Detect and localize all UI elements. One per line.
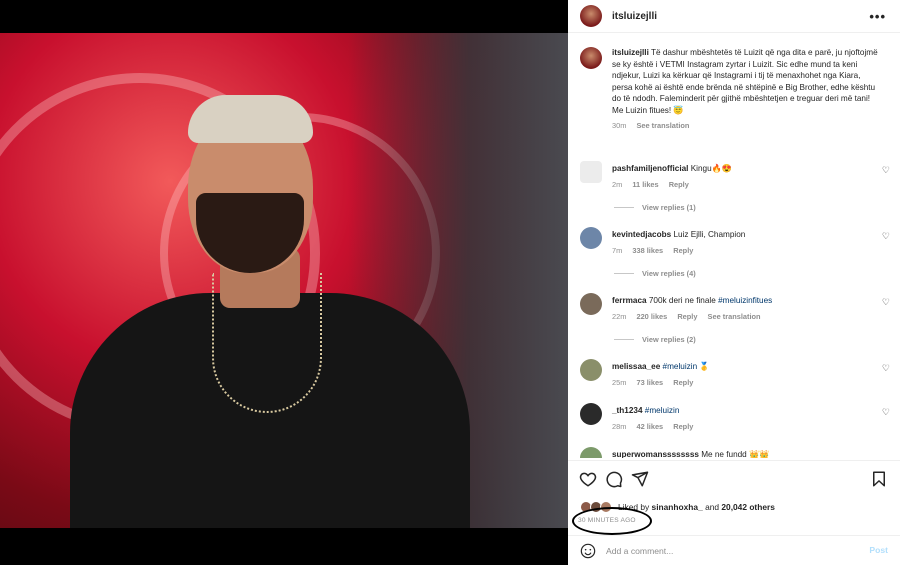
commenter-avatar[interactable]: [580, 293, 602, 315]
person-hair: [188, 95, 313, 143]
comment-time: 28m: [612, 421, 627, 431]
liked-by-user[interactable]: sinanhoxha_: [652, 502, 703, 512]
commenter-avatar[interactable]: [580, 447, 602, 458]
add-comment-input[interactable]: [606, 545, 846, 556]
comment-text: Luiz Ejlli, Champion: [673, 230, 746, 239]
comment-username[interactable]: melissaa_ee: [612, 362, 660, 371]
caption-meta: 30m See translation: [612, 120, 878, 132]
share-icon[interactable]: [631, 470, 649, 488]
reply-button[interactable]: Reply: [673, 422, 693, 431]
comment-text: 🥇: [699, 362, 710, 371]
author-avatar[interactable]: [580, 47, 602, 69]
comment-meta: 28m 42 likes Reply: [612, 421, 878, 433]
view-replies-button[interactable]: View replies (4): [614, 269, 696, 278]
view-replies-label: View replies (4): [642, 269, 696, 278]
heart-icon[interactable]: ♡: [882, 363, 890, 374]
comment-icon[interactable]: [605, 470, 623, 488]
comment-meta: 25m 73 likes Reply: [612, 377, 878, 389]
post-actions: Liked by sinanhoxha_ and 20,042 others 3…: [568, 460, 900, 540]
commenter-avatar[interactable]: [580, 161, 602, 183]
comment-username[interactable]: superwomanssssssss: [612, 450, 699, 458]
comments-list[interactable]: itsluizejlli Të dashur mbështetës të Lui…: [568, 34, 900, 458]
comment-body: superwomanssssssss Me ne fundd 👑👑: [612, 449, 878, 458]
reply-button[interactable]: Reply: [669, 180, 689, 189]
comment-hashtag[interactable]: #meluizin: [645, 406, 680, 415]
caption-text: Të dashur mbështetës të Luizit që nga di…: [612, 48, 878, 103]
more-options-icon[interactable]: •••: [869, 9, 886, 24]
view-replies-label: View replies (2): [642, 335, 696, 344]
caption-time: 30m: [612, 121, 627, 130]
heart-icon[interactable]: [579, 470, 597, 488]
view-replies-button[interactable]: View replies (1): [614, 203, 696, 212]
replies-divider: [614, 339, 634, 340]
author-username[interactable]: itsluizejlli: [612, 11, 657, 22]
post-side-panel: itsluizejlli ••• itsluizejlli Të dashur …: [568, 0, 900, 565]
post-media: [0, 0, 568, 565]
heart-icon[interactable]: ♡: [882, 165, 890, 176]
liked-by-others[interactable]: 20,042 others: [721, 502, 775, 512]
comment-hashtag[interactable]: #meluizin: [663, 362, 698, 371]
person-necklace: [212, 273, 322, 413]
reply-button[interactable]: Reply: [673, 246, 693, 255]
reply-button[interactable]: Reply: [673, 378, 693, 387]
comment-body: kevintedjacobs Luiz Ejlli, Champion 7m 3…: [612, 229, 878, 256]
replies-divider: [614, 207, 634, 208]
view-replies-button[interactable]: View replies (2): [614, 335, 696, 344]
comment-text: Me ne fundd 👑👑: [701, 450, 770, 458]
comment-time: 25m: [612, 377, 627, 387]
comment-body: melissaa_ee #meluizin 🥇 25m 73 likes Rep…: [612, 361, 878, 388]
replies-divider: [614, 273, 634, 274]
see-translation-link[interactable]: See translation: [636, 121, 689, 130]
comment-body: ferrmaca 700k deri ne finale #meluizinfi…: [612, 295, 878, 322]
comment-meta: 22m 220 likes Reply See translation: [612, 311, 878, 323]
comment-meta: 7m 338 likes Reply: [612, 245, 878, 257]
caption-body: itsluizejlli Të dashur mbështetës të Lui…: [612, 47, 878, 132]
comment-username[interactable]: _th1234: [612, 406, 643, 415]
commenter-avatar[interactable]: [580, 359, 602, 381]
comment-text: 700k deri ne finale: [648, 296, 716, 305]
liked-by-and: and: [705, 502, 720, 512]
comment-time: 7m: [612, 245, 623, 255]
comment-username[interactable]: ferrmaca: [612, 296, 647, 305]
commenter-avatar[interactable]: [580, 227, 602, 249]
post-header: itsluizejlli •••: [568, 0, 900, 33]
see-translation-link[interactable]: See translation: [708, 312, 761, 321]
comment-username[interactable]: pashfamiljenofficial: [612, 164, 688, 173]
post-comment-button[interactable]: Post: [869, 545, 888, 555]
caption-line2: Me Luizin fitues! 😇: [612, 105, 684, 115]
comment-username[interactable]: kevintedjacobs: [612, 230, 671, 239]
heart-icon[interactable]: ♡: [882, 407, 890, 418]
heart-icon[interactable]: ♡: [882, 297, 890, 308]
annotation-circle: [572, 507, 652, 535]
comment-likes[interactable]: 220 likes: [636, 312, 667, 321]
comment-likes[interactable]: 338 likes: [632, 246, 663, 255]
comment-body: _th1234 #meluizin 28m 42 likes Reply: [612, 405, 878, 432]
comment-text: Kingu🔥😍: [690, 164, 733, 173]
comment-time: 22m: [612, 311, 627, 321]
comment-likes[interactable]: 73 likes: [636, 378, 663, 387]
bookmark-icon[interactable]: [870, 470, 888, 488]
comment-body: pashfamiljenofficial Kingu🔥😍 2m 11 likes…: [612, 163, 878, 190]
comment-hashtag[interactable]: #meluizinfitues: [718, 296, 772, 305]
heart-icon[interactable]: ♡: [882, 231, 890, 242]
caption-username[interactable]: itsluizejlli: [612, 48, 649, 57]
comment-likes[interactable]: 11 likes: [632, 180, 658, 189]
author-avatar[interactable]: [580, 5, 602, 27]
comment-likes[interactable]: 42 likes: [636, 422, 663, 431]
emoji-icon[interactable]: [580, 543, 596, 559]
comment-meta: 2m 11 likes Reply: [612, 179, 878, 191]
view-replies-label: View replies (1): [642, 203, 696, 212]
add-comment-bar: Post: [568, 535, 900, 565]
commenter-avatar[interactable]: [580, 403, 602, 425]
post-photo[interactable]: [0, 33, 568, 528]
reply-button[interactable]: Reply: [677, 312, 697, 321]
comment-time: 2m: [612, 179, 623, 189]
